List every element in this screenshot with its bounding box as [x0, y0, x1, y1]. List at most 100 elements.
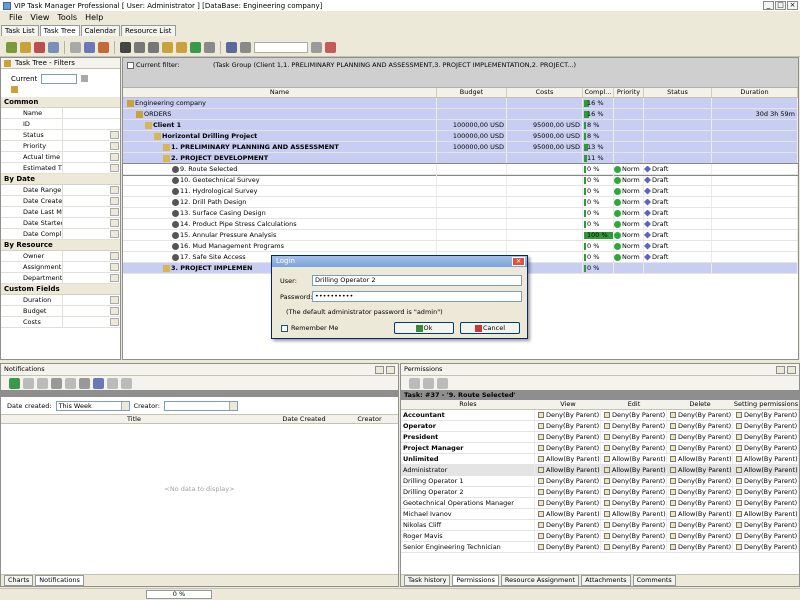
cell-edit[interactable]: Deny(By Parent)	[601, 531, 667, 541]
edit-task-icon[interactable]	[48, 41, 59, 53]
table-row[interactable]: 11. Hydrological Survey 0 % Norm Draft	[123, 186, 798, 197]
delete-task-icon[interactable]	[34, 41, 45, 53]
filter-icon[interactable]	[70, 41, 81, 53]
table-row[interactable]: 14. Product Pipe Stress Calculations 0 % N…	[123, 219, 798, 230]
table-row[interactable]: Administrator Allow(By Parent) Allow(By Pa…	[401, 465, 799, 476]
tab-task-list[interactable]: Task List	[1, 25, 39, 36]
filter-value[interactable]	[63, 108, 120, 118]
table-row[interactable]: 2. PROJECT DEVELOPMENT 11 %	[123, 153, 798, 164]
column-duration[interactable]: Duration	[712, 88, 798, 97]
cell-setting[interactable]: Deny(By Parent)	[733, 487, 799, 497]
tab-permissions[interactable]: Permissions	[452, 575, 499, 586]
settings-icon[interactable]	[79, 377, 90, 389]
cell-view[interactable]: Deny(By Parent)	[535, 498, 601, 508]
cell-setting[interactable]: Allow(By Parent)	[733, 509, 799, 519]
filter-value[interactable]	[63, 262, 120, 272]
column-title[interactable]: Title	[1, 415, 267, 423]
column-setting-permissions[interactable]: Setting permissions	[733, 400, 799, 409]
cell-delete[interactable]: Allow(By Parent)	[667, 454, 733, 464]
filter-value[interactable]	[63, 295, 120, 305]
menu-view[interactable]: View	[30, 13, 49, 22]
creator-select[interactable]	[163, 400, 238, 411]
table-row[interactable]: Operator Deny(By Parent) Deny(By Parent) De…	[401, 421, 799, 432]
filter-value[interactable]	[63, 273, 120, 283]
cell-delete[interactable]: Deny(By Parent)	[667, 432, 733, 442]
ok-button[interactable]: Ok	[394, 322, 454, 334]
group-icon[interactable]	[84, 41, 95, 53]
cell-edit[interactable]: Deny(By Parent)	[601, 410, 667, 420]
minimize-icon[interactable]: _	[763, 1, 774, 10]
tab-resource-list[interactable]: Resource List	[120, 25, 176, 36]
down-icon[interactable]	[148, 41, 159, 53]
table-row[interactable]: Drilling Operator 2 Deny(By Parent) Deny(B…	[401, 487, 799, 498]
column-creator[interactable]: Creator	[341, 415, 398, 423]
chevron-down-icon[interactable]	[110, 252, 119, 260]
cell-setting[interactable]: Deny(By Parent)	[733, 476, 799, 486]
filter-group-header[interactable]: By Date	[1, 174, 120, 185]
column-edit[interactable]: Edit	[601, 400, 667, 409]
add-task-icon[interactable]	[6, 41, 17, 53]
menu-help[interactable]: Help	[85, 13, 103, 22]
filter-value[interactable]	[63, 306, 120, 316]
tab-comments[interactable]: Comments	[632, 575, 676, 586]
table-row[interactable]: Project Manager Deny(By Parent) Deny(By Pa…	[401, 443, 799, 454]
move-icon[interactable]	[120, 41, 131, 53]
cell-delete[interactable]: Allow(By Parent)	[667, 509, 733, 519]
maximize-icon[interactable]: □	[775, 1, 786, 10]
cell-setting[interactable]: Deny(By Parent)	[733, 421, 799, 431]
forward-icon[interactable]	[23, 377, 34, 389]
pin-icon[interactable]	[375, 366, 384, 374]
cell-view[interactable]: Allow(By Parent)	[535, 454, 601, 464]
layout-icon[interactable]	[240, 41, 251, 53]
filter-value[interactable]	[63, 119, 120, 129]
print-icon[interactable]	[311, 41, 322, 53]
cell-delete[interactable]: Deny(By Parent)	[667, 410, 733, 420]
collapse-icon[interactable]	[176, 41, 187, 53]
column-delete[interactable]: Delete	[667, 400, 733, 409]
table-row[interactable]: 1. PRELIMINARY PLANNING AND ASSESSMENT 10…	[123, 142, 798, 153]
table-row[interactable]: President Deny(By Parent) Deny(By Parent) D…	[401, 432, 799, 443]
table-row[interactable]: 15. Annular Pressure Analysis 100 % Norm Dr…	[123, 230, 798, 241]
cell-delete[interactable]: Deny(By Parent)	[667, 542, 733, 552]
tab-charts[interactable]: Charts	[4, 575, 34, 586]
table-row[interactable]: 10. Geotechnical Survey 0 % Norm Draft	[123, 175, 798, 186]
volume-icon[interactable]	[204, 41, 215, 53]
table-row[interactable]: Nikolas Cliff Deny(By Parent) Deny(By Pare…	[401, 520, 799, 531]
tab-attachments[interactable]: Attachments	[581, 575, 631, 586]
cell-view[interactable]: Deny(By Parent)	[535, 487, 601, 497]
up-icon[interactable]	[134, 41, 145, 53]
filter-value[interactable]	[63, 141, 120, 151]
cell-setting[interactable]: Deny(By Parent)	[733, 498, 799, 508]
cell-setting[interactable]: Allow(By Parent)	[733, 465, 799, 475]
cell-view[interactable]: Deny(By Parent)	[535, 520, 601, 530]
filter-value[interactable]	[63, 218, 120, 228]
tab-calendar[interactable]: Calendar	[80, 25, 120, 36]
table-row[interactable]: 9. Route Selected 0 % Norm Draft	[122, 163, 799, 176]
group-icon[interactable]	[93, 377, 104, 389]
add-subtask-icon[interactable]	[20, 41, 31, 53]
cell-view[interactable]: Deny(By Parent)	[535, 421, 601, 431]
cell-setting[interactable]: Deny(By Parent)	[733, 520, 799, 530]
table-row[interactable]: 13. Surface Casing Design 0 % Norm Draft	[123, 208, 798, 219]
new-filter-icon[interactable]	[11, 85, 18, 93]
mail-icon[interactable]	[51, 377, 62, 389]
filter-value[interactable]	[63, 317, 120, 327]
table-row[interactable]: 16. Mud Management Programs 0 % Norm Draft	[123, 241, 798, 252]
table-row[interactable]: Michael Ivanov Allow(By Parent) Allow(By P…	[401, 509, 799, 520]
column-roles[interactable]: Roles	[401, 400, 535, 409]
filter-group-header[interactable]: Custom Fields	[1, 284, 120, 295]
current-filter-checkbox[interactable]	[127, 62, 134, 69]
chevron-down-icon[interactable]	[110, 197, 119, 205]
close-pane-icon[interactable]	[386, 366, 395, 374]
chevron-down-icon[interactable]	[110, 318, 119, 326]
column-date-created[interactable]: Date Created	[267, 415, 341, 423]
cell-edit[interactable]: Deny(By Parent)	[601, 542, 667, 552]
chevron-down-icon[interactable]	[110, 219, 119, 227]
date-created-select[interactable]: This Week	[55, 400, 130, 411]
column-priority[interactable]: Priority	[614, 88, 644, 97]
table-row[interactable]: Horizontal Drilling Project 100000,00 USD…	[123, 131, 798, 142]
filter-value[interactable]	[63, 185, 120, 195]
edit-permission-icon[interactable]	[409, 377, 420, 389]
table-row[interactable]: Senior Engineering Technician Deny(By Par…	[401, 542, 799, 553]
cell-edit[interactable]: Allow(By Parent)	[601, 465, 667, 475]
